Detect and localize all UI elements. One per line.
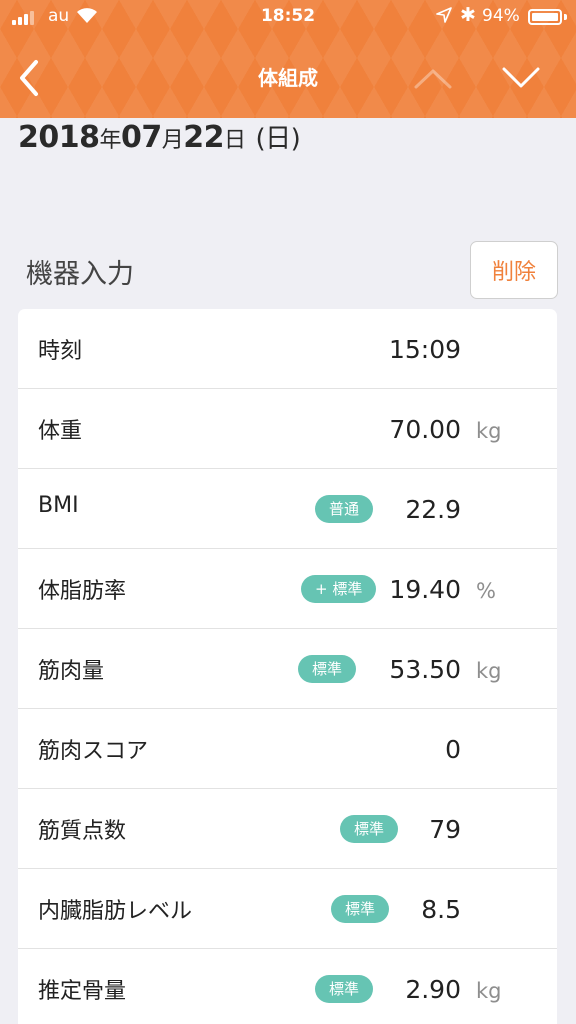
row-label: 体重 bbox=[38, 419, 83, 444]
row-bmi[interactable]: BMI 普通 22.9 bbox=[18, 469, 557, 549]
row-value: 53.50 bbox=[389, 655, 461, 684]
row-label: 筋質点数 bbox=[38, 819, 127, 844]
date-day-suffix: 日 bbox=[224, 128, 246, 153]
row-label: 筋肉スコア bbox=[38, 739, 149, 764]
row-value: 70.00 bbox=[389, 415, 461, 444]
row-label: 筋肉量 bbox=[38, 659, 105, 684]
next-record-button[interactable] bbox=[498, 60, 544, 96]
date-year: 2018 bbox=[18, 120, 100, 155]
status-badge: + 標準 bbox=[301, 575, 377, 603]
date-month: 07 bbox=[121, 120, 162, 155]
record-date: 2018年07月22日 (日) bbox=[18, 118, 301, 155]
row-bone-mass[interactable]: 推定骨量 標準 2.90 kg bbox=[18, 949, 557, 1024]
status-badge: 標準 bbox=[315, 975, 374, 1003]
row-value: 2.90 bbox=[405, 975, 461, 1004]
row-muscle-mass[interactable]: 筋肉量 標準 53.50 kg bbox=[18, 629, 557, 709]
row-weight[interactable]: 体重 70.00 kg bbox=[18, 389, 557, 469]
row-unit: % bbox=[476, 579, 496, 603]
row-body-fat[interactable]: 体脂肪率 + 標準 19.40 % bbox=[18, 549, 557, 629]
battery-icon bbox=[528, 9, 562, 25]
row-label: 時刻 bbox=[38, 339, 83, 364]
measurement-list: 時刻 15:09 体重 70.00 kg BMI 普通 22.9 体脂肪率 + … bbox=[18, 309, 557, 1024]
row-label: 内臓脂肪レベル bbox=[38, 899, 193, 924]
row-value: 79 bbox=[429, 815, 461, 844]
status-badge: 標準 bbox=[340, 815, 399, 843]
row-value: 0 bbox=[445, 735, 461, 764]
date-month-suffix: 月 bbox=[161, 128, 184, 153]
date-day: 22 bbox=[183, 120, 225, 155]
status-badge: 標準 bbox=[298, 655, 357, 683]
location-arrow-icon bbox=[436, 7, 452, 23]
row-value: 15:09 bbox=[388, 335, 461, 364]
row-value: 22.9 bbox=[405, 495, 461, 524]
bluetooth-icon: ✱ bbox=[460, 4, 476, 26]
battery-percent: 94% bbox=[482, 6, 520, 26]
row-unit: kg bbox=[476, 659, 502, 683]
page-title: 体組成 bbox=[258, 66, 318, 90]
row-visceral-fat[interactable]: 内臓脂肪レベル 標準 8.5 bbox=[18, 869, 557, 949]
previous-record-button[interactable] bbox=[410, 60, 456, 96]
status-badge: 普通 bbox=[315, 495, 374, 523]
row-value: 8.5 bbox=[421, 895, 461, 924]
row-value: 19.40 bbox=[389, 575, 461, 604]
status-badge: 標準 bbox=[331, 895, 390, 923]
row-muscle-quality[interactable]: 筋質点数 標準 79 bbox=[18, 789, 557, 869]
section-title: 機器入力 bbox=[26, 259, 134, 290]
date-year-suffix: 年 bbox=[99, 128, 122, 153]
battery-tip bbox=[564, 14, 567, 20]
status-bar: au 18:52 ✱ 94% bbox=[0, 0, 576, 34]
row-muscle-score[interactable]: 筋肉スコア 0 bbox=[18, 709, 557, 789]
app-header: au 18:52 ✱ 94% 体組成 bbox=[0, 0, 576, 118]
row-label: BMI bbox=[38, 493, 79, 518]
date-weekday: (日) bbox=[255, 124, 301, 154]
row-label: 体脂肪率 bbox=[38, 579, 127, 604]
row-label: 推定骨量 bbox=[38, 979, 127, 1004]
row-unit: kg bbox=[476, 979, 502, 1003]
delete-button[interactable]: 削除 bbox=[470, 241, 558, 299]
row-time[interactable]: 時刻 15:09 bbox=[18, 309, 557, 389]
row-unit: kg bbox=[476, 419, 502, 443]
